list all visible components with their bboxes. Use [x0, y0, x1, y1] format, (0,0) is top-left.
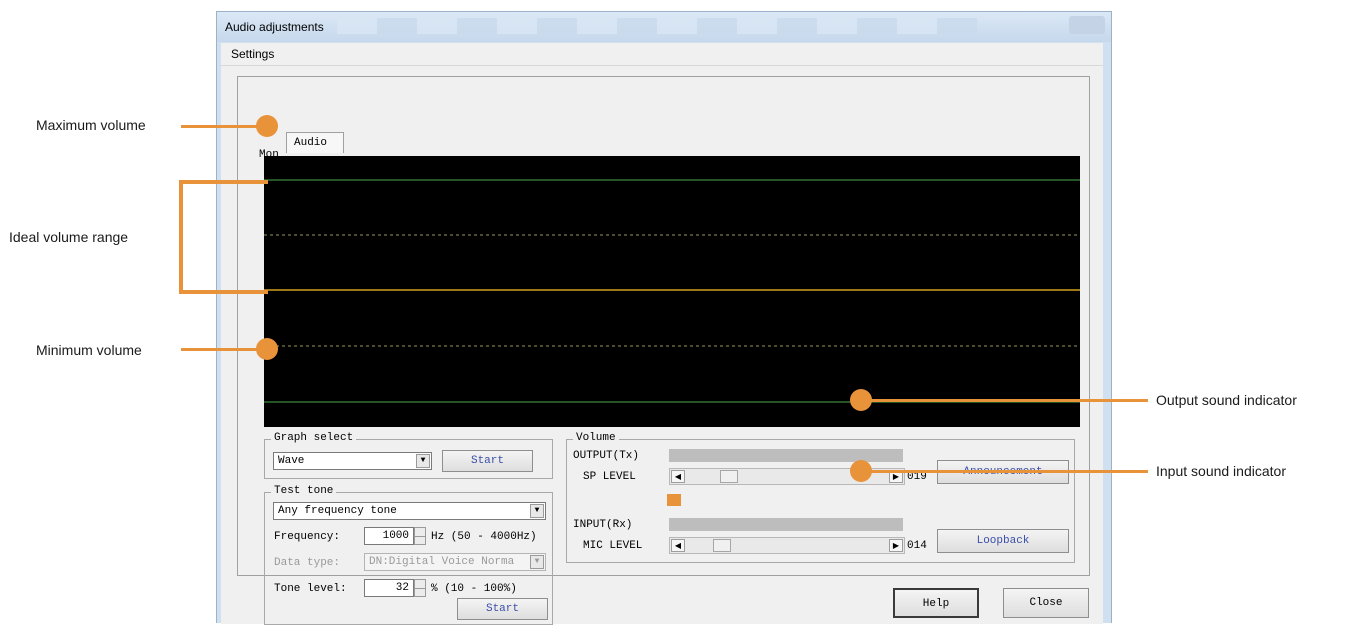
- chevron-left-icon[interactable]: ◀: [671, 539, 685, 552]
- input-label: INPUT(Rx): [573, 519, 633, 531]
- test-tone-title: Test tone: [271, 485, 337, 497]
- sp-level-thumb[interactable]: [720, 470, 738, 483]
- test-tone-mode-combo[interactable]: Any frequency tone ▼: [273, 502, 546, 520]
- annotation-ideal-volume-range: Ideal volume range: [9, 229, 129, 245]
- tone-level-input[interactable]: 32: [364, 579, 414, 597]
- volume-graph: [264, 156, 1080, 427]
- tab-audio[interactable]: Audio: [286, 132, 344, 153]
- tone-level-range: % (10 - 100%): [431, 583, 517, 595]
- chevron-right-icon[interactable]: ▶: [889, 539, 903, 552]
- annotation-output-sound-indicator: Output sound indicator: [1156, 392, 1297, 408]
- client-area: Mon Audio Graph select Wave ▼ Start Test…: [221, 66, 1103, 625]
- window-close-icon[interactable]: [1069, 16, 1105, 34]
- tone-level-stepper[interactable]: [414, 579, 426, 597]
- audio-adjustments-window: Audio adjustments Settings Mon Audio Gra…: [216, 11, 1112, 625]
- volume-title: Volume: [573, 432, 619, 444]
- annotation-ideal-bracket-vertical: [179, 180, 183, 294]
- annotation-max-dot: [256, 115, 278, 137]
- mic-level-value: 014: [907, 540, 927, 552]
- output-label: OUTPUT(Tx): [573, 450, 640, 462]
- annotation-minimum-volume: Minimum volume: [36, 342, 142, 358]
- chevron-down-icon: ▼: [530, 555, 544, 569]
- title-bar: Audio adjustments: [217, 12, 1111, 42]
- annotation-input-sound-indicator: Input sound indicator: [1156, 463, 1286, 479]
- loopback-button[interactable]: Loopback: [937, 529, 1069, 553]
- title-bar-background-strip: [337, 18, 977, 34]
- graph-select-value: Wave: [278, 455, 305, 467]
- sp-level-label: SP LEVEL: [583, 471, 636, 483]
- annotation-min-dot: [256, 338, 278, 360]
- menu-bar: Settings: [221, 43, 1103, 66]
- frequency-label: Frequency:: [274, 531, 341, 543]
- output-sound-indicator: [669, 449, 903, 462]
- annotation-input-leader: [862, 470, 1148, 473]
- annotation-ideal-bracket-bottom: [179, 290, 268, 294]
- close-button[interactable]: Close: [1003, 588, 1089, 618]
- graph-select-combo[interactable]: Wave ▼: [273, 452, 432, 470]
- tone-level-label: Tone level:: [274, 583, 347, 595]
- mic-level-label: MIC LEVEL: [583, 540, 643, 552]
- input-sound-indicator: [669, 518, 903, 531]
- data-type-label: Data type:: [274, 557, 341, 569]
- annotation-min-leader: [181, 348, 267, 351]
- frequency-range: Hz (50 - 4000Hz): [431, 531, 537, 543]
- mic-level-slider[interactable]: ◀ ▶: [669, 537, 905, 554]
- data-type-combo: DN:Digital Voice Norma ▼: [364, 553, 546, 571]
- chevron-down-icon[interactable]: ▼: [530, 504, 544, 518]
- help-button[interactable]: Help: [893, 588, 979, 618]
- graph-start-button[interactable]: Start: [442, 450, 533, 472]
- annotation-ideal-bracket-top: [179, 180, 268, 184]
- window-title: Audio adjustments: [225, 20, 324, 34]
- data-type-value: DN:Digital Voice Norma: [369, 556, 515, 568]
- test-tone-mode-value: Any frequency tone: [278, 505, 397, 517]
- sound-activity-indicator: [667, 494, 681, 506]
- chevron-left-icon[interactable]: ◀: [671, 470, 685, 483]
- mic-level-thumb[interactable]: [713, 539, 731, 552]
- annotation-max-leader: [181, 125, 267, 128]
- graph-select-title: Graph select: [271, 432, 357, 444]
- tone-start-button[interactable]: Start: [457, 598, 548, 620]
- annotation-maximum-volume: Maximum volume: [36, 117, 146, 133]
- chevron-down-icon[interactable]: ▼: [416, 454, 430, 468]
- frequency-input[interactable]: 1000: [364, 527, 414, 545]
- annotation-output-leader: [862, 399, 1148, 402]
- menu-settings[interactable]: Settings: [231, 47, 274, 61]
- frequency-stepper[interactable]: [414, 527, 426, 545]
